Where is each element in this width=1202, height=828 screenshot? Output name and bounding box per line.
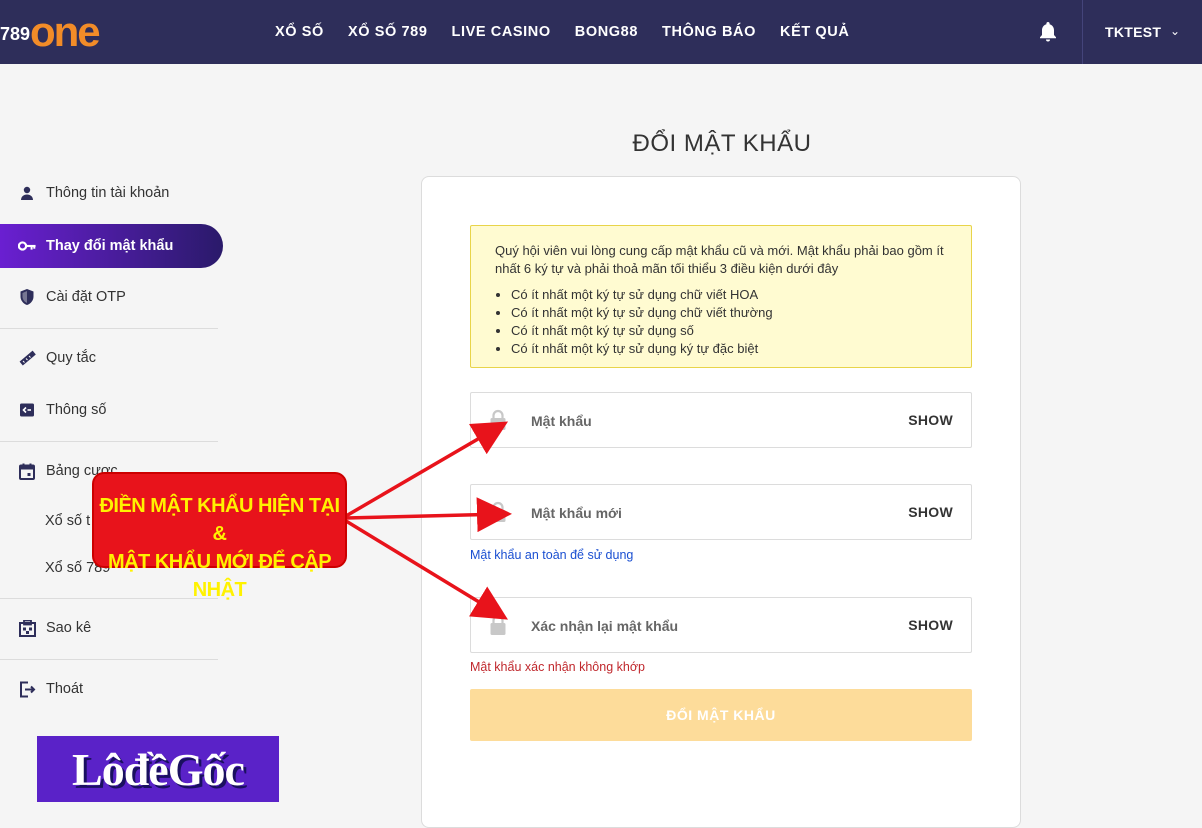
lock-icon (490, 409, 506, 430)
sidebar-item-label: Sao kê (46, 620, 92, 636)
nav-bong88[interactable]: BONG88 (563, 24, 650, 40)
sidebar-item-label: Thông tin tài khoản (46, 185, 170, 201)
new-password-field: SHOW (470, 484, 972, 540)
callout-line-2: MẬT KHẨU MỚI ĐỂ CẬP NHẬT (107, 551, 332, 601)
key-icon (18, 237, 36, 255)
user-name[interactable]: TKTEST (1105, 24, 1161, 40)
confirm-password-error: Mật khẩu xác nhận không khớp (470, 660, 645, 674)
statement-icon (18, 619, 36, 637)
new-password-hint: Mật khẩu an toàn để sử dụng (470, 548, 634, 562)
nav-thong-bao[interactable]: THÔNG BÁO (650, 24, 768, 40)
parameters-icon (18, 401, 36, 419)
watermark-logo: LôđềGốc (37, 736, 279, 802)
nav-ket-qua[interactable]: KẾT QUẢ (768, 24, 861, 40)
password-requirements-notice: Quý hội viên vui lòng cung cấp mật khẩu … (470, 225, 972, 368)
notice-intro: Quý hội viên vui lòng cung cấp mật khẩu … (495, 243, 944, 276)
header-divider (1082, 0, 1083, 64)
requirement-item: Có ít nhất một ký tự sử dụng chữ viết HO… (511, 286, 947, 304)
sidebar-item-label: Thoát (46, 681, 84, 697)
sidebar-item-parameters[interactable]: Thông số (0, 388, 218, 432)
change-password-button[interactable]: ĐỔI MẬT KHẨU (470, 689, 972, 741)
confirm-password-field: SHOW (470, 597, 972, 653)
new-password-input[interactable] (531, 495, 891, 531)
ruler-icon (18, 349, 36, 367)
brand-logo[interactable]: 789 one (0, 10, 130, 54)
nav-xoso[interactable]: XỔ SỐ (263, 24, 336, 40)
requirement-item: Có ít nhất một ký tự sử dụng ký tự đặc b… (511, 340, 947, 358)
show-password-toggle[interactable]: SHOW (908, 504, 953, 520)
requirements-list: Có ít nhất một ký tự sử dụng chữ viết HO… (511, 286, 947, 358)
sidebar-item-logout[interactable]: Thoát (0, 667, 218, 711)
top-header: 789 one XỔ SỐ XỔ SỐ 789 LIVE CASINO BONG… (0, 0, 1202, 64)
shield-icon (18, 288, 36, 306)
sidebar-item-otp[interactable]: Cài đặt OTP (0, 275, 218, 319)
show-password-toggle[interactable]: SHOW (908, 412, 953, 428)
sidebar-item-label: Cài đặt OTP (46, 289, 126, 305)
sidebar-divider (0, 441, 218, 442)
bell-icon[interactable] (1036, 20, 1060, 44)
annotation-callout: ĐIỀN MẬT KHẨU HIỆN TẠI & MẬT KHẨU MỚI ĐỂ… (92, 472, 347, 601)
show-password-toggle[interactable]: SHOW (908, 617, 953, 633)
logo-word: one (30, 8, 101, 55)
sidebar-subitem-lottery[interactable]: Xổ số t (45, 513, 90, 529)
current-password-field: SHOW (470, 392, 972, 448)
chevron-down-icon[interactable]: ⌄ (1170, 24, 1180, 38)
logo-number: 789 (0, 24, 31, 44)
requirement-item: Có ít nhất một ký tự sử dụng chữ viết th… (511, 304, 947, 322)
nav-live-casino[interactable]: LIVE CASINO (440, 24, 563, 40)
lock-icon (490, 501, 506, 522)
sidebar-item-change-password[interactable]: Thay đổi mật khẩu (0, 224, 223, 268)
sidebar-item-account-info[interactable]: Thông tin tài khoản (0, 171, 218, 215)
logout-icon (18, 680, 36, 698)
main-nav: XỔ SỐ XỔ SỐ 789 LIVE CASINO BONG88 THÔNG… (263, 0, 861, 64)
sidebar-item-label: Quy tắc (46, 350, 96, 366)
watermark-text: LôđềGốc (72, 743, 245, 795)
sidebar-item-label: Thông số (46, 402, 107, 418)
user-icon (18, 184, 36, 202)
sidebar-divider (0, 659, 218, 660)
sidebar-item-rules[interactable]: Quy tắc (0, 336, 218, 380)
confirm-password-input[interactable] (531, 608, 891, 644)
sidebar-item-statement[interactable]: Sao kê (0, 606, 218, 650)
calendar-icon (18, 462, 36, 480)
nav-xoso-789[interactable]: XỔ SỐ 789 (336, 24, 440, 40)
callout-line-1: ĐIỀN MẬT KHẨU HIỆN TẠI & (99, 495, 340, 545)
requirement-item: Có ít nhất một ký tự sử dụng số (511, 322, 947, 340)
current-password-input[interactable] (531, 403, 891, 439)
lock-icon (490, 614, 506, 635)
sidebar-divider (0, 328, 218, 329)
page-title: ĐỔI MẬT KHẨU (632, 130, 812, 157)
sidebar-item-label: Thay đổi mật khẩu (46, 238, 174, 254)
